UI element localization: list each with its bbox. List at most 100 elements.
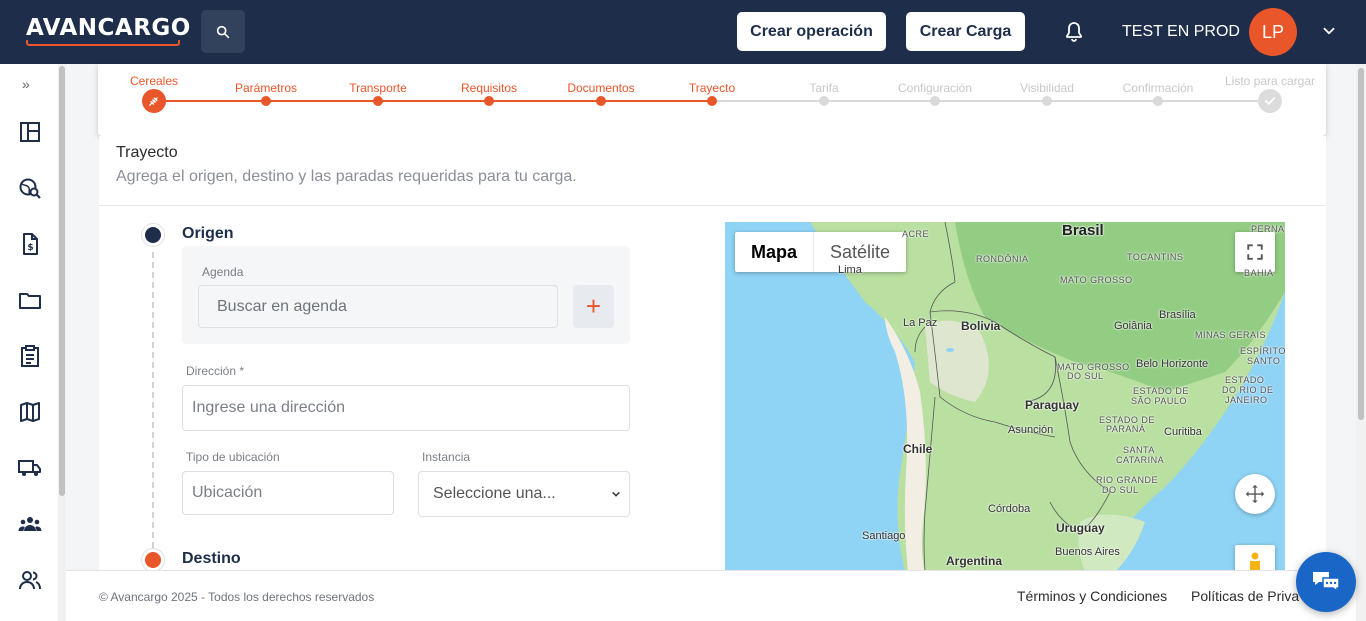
step-label-tarifa: Tarifa bbox=[809, 81, 839, 95]
step-transporte-dot[interactable] bbox=[373, 96, 383, 106]
fullscreen-icon bbox=[1247, 244, 1263, 260]
map-label-uruguay: Uruguay bbox=[1056, 521, 1105, 535]
users-icon[interactable] bbox=[18, 568, 42, 592]
step-label-parametros[interactable]: Parámetros bbox=[235, 81, 297, 95]
truck-icon[interactable] bbox=[18, 456, 42, 480]
add-agenda-button[interactable]: + bbox=[573, 285, 614, 328]
logo-text: AVANCARGO bbox=[26, 15, 191, 41]
step-label-configuracion: Configuración bbox=[897, 81, 973, 95]
origin-bullet bbox=[142, 224, 164, 246]
map-label-rio-grande-2: DO SUL bbox=[1102, 485, 1139, 495]
map-label-chile: Chile bbox=[903, 442, 933, 456]
step-trayecto-dot[interactable] bbox=[707, 96, 717, 106]
agenda-search-input[interactable]: Buscar en agenda bbox=[198, 285, 558, 328]
map-label-cordoba: Córdoba bbox=[988, 503, 1031, 515]
footer-privacy-link[interactable]: Políticas de Privacidad bbox=[1191, 588, 1299, 604]
dashboard-icon[interactable] bbox=[18, 120, 42, 144]
map-tab-map[interactable]: Mapa bbox=[735, 232, 813, 272]
search-button[interactable] bbox=[201, 10, 245, 53]
map-label-espirito-santo-1: ESPÍRITO bbox=[1240, 346, 1285, 356]
svg-text:$: $ bbox=[27, 243, 33, 253]
step-label-transporte[interactable]: Transporte bbox=[349, 81, 407, 95]
footer-copyright: © Avancargo 2025 - Todos los derechos re… bbox=[99, 590, 375, 604]
create-operation-button[interactable]: Crear operación bbox=[737, 12, 886, 51]
main-scrollbar[interactable] bbox=[1356, 64, 1366, 621]
search-globe-icon[interactable] bbox=[18, 176, 42, 200]
step-label-requisitos[interactable]: Requisitos bbox=[461, 81, 517, 95]
step-label-trayecto[interactable]: Trayecto bbox=[689, 81, 735, 95]
destination-bullet bbox=[142, 549, 164, 571]
map-pan-control[interactable] bbox=[1235, 474, 1275, 514]
destination-title: Destino bbox=[182, 550, 241, 567]
wheat-icon bbox=[148, 97, 158, 107]
invoice-icon[interactable]: $ bbox=[18, 232, 42, 256]
notifications-bell-icon[interactable] bbox=[1062, 20, 1086, 44]
create-load-button[interactable]: Crear Carga bbox=[906, 12, 1025, 51]
footer-terms-link[interactable]: Términos y Condiciones bbox=[1017, 588, 1167, 604]
sidebar-scrollbar[interactable] bbox=[58, 64, 66, 621]
progress-stepper: Cereales Parámetros Transporte Requisito… bbox=[98, 64, 1326, 136]
chevron-down-icon[interactable] bbox=[1320, 22, 1338, 40]
map-label-rondonia: RONDÔNIA bbox=[976, 254, 1029, 264]
map-label-mato-grosso-sul-2: DO SUL bbox=[1067, 371, 1104, 381]
map-label-santa-catarina-1: SANTA bbox=[1123, 445, 1155, 455]
map-label-argentina: Argentina bbox=[946, 554, 1003, 568]
pan-arrows-icon bbox=[1245, 484, 1265, 504]
map-fullscreen-button[interactable] bbox=[1235, 232, 1275, 272]
sidebar-expand-toggle[interactable]: » bbox=[22, 76, 30, 92]
step-requisitos-dot[interactable] bbox=[484, 96, 494, 106]
step-label-cereales[interactable]: Cereales bbox=[130, 74, 178, 88]
chat-support-button[interactable] bbox=[1296, 552, 1356, 612]
check-icon bbox=[1265, 97, 1275, 105]
map-label-rio-2: DO RIO DE bbox=[1222, 385, 1274, 395]
location-type-label: Tipo de ubicación bbox=[186, 450, 280, 464]
destination-bullet-inner bbox=[145, 552, 161, 568]
map-label-acre: ACRE bbox=[902, 229, 930, 239]
step-label-documentos[interactable]: Documentos bbox=[567, 81, 634, 95]
card-divider bbox=[99, 205, 1326, 206]
instance-label: Instancia bbox=[422, 450, 471, 464]
clipboard-icon[interactable] bbox=[18, 344, 42, 368]
step-documentos-dot[interactable] bbox=[596, 96, 606, 106]
top-navbar: AVANCARGO Crear operación Crear Carga TE… bbox=[0, 0, 1366, 64]
map-street-view-button[interactable] bbox=[1235, 545, 1275, 572]
chevron-down-icon bbox=[612, 491, 620, 497]
step-label-confirmacion: Confirmación bbox=[1122, 81, 1194, 95]
origin-bullet-inner bbox=[145, 227, 161, 243]
map-label-bolivia: Bolivia bbox=[961, 319, 1001, 333]
map-label-pernambuco: PERNA bbox=[1251, 224, 1285, 234]
map-label-santa-catarina-2: CATARINA bbox=[1116, 455, 1165, 465]
agenda-label: Agenda bbox=[202, 265, 244, 279]
route-map[interactable]: Mapa Satélite ACRE Brasil PERNA RONDÔNIA… bbox=[725, 222, 1285, 572]
map-icon[interactable] bbox=[18, 400, 42, 424]
pegman-icon bbox=[1250, 552, 1260, 572]
map-label-belo-horizonte: Belo Horizonte bbox=[1136, 358, 1209, 370]
chat-bubbles-icon bbox=[1313, 572, 1340, 593]
step-listo-marker bbox=[1258, 89, 1282, 113]
map-label-santiago: Santiago bbox=[862, 530, 906, 542]
map-label-curitiba: Curitiba bbox=[1164, 426, 1202, 438]
map-label-mato-grosso: MATO GROSSO bbox=[1060, 275, 1133, 285]
map-terrain bbox=[810, 222, 1285, 572]
instance-select[interactable]: Seleccione una... bbox=[418, 471, 630, 517]
map-label-la-paz: La Paz bbox=[903, 317, 938, 329]
avancargo-logo[interactable]: AVANCARGO bbox=[26, 14, 190, 46]
step-tarifa-dot bbox=[819, 96, 829, 106]
user-avatar[interactable]: LP bbox=[1249, 8, 1297, 56]
user-name[interactable]: TEST EN PROD bbox=[1122, 22, 1240, 42]
step-cereales-marker[interactable] bbox=[142, 89, 166, 113]
location-type-input[interactable]: Ubicación bbox=[182, 471, 394, 515]
map-label-brasil: Brasil bbox=[1062, 222, 1104, 239]
map-type-tabs: Mapa Satélite bbox=[735, 232, 907, 272]
map-label-rio-3: JANEIRO bbox=[1225, 395, 1268, 405]
map-label-bahia: BAHIA bbox=[1244, 268, 1274, 278]
search-icon bbox=[216, 25, 230, 38]
group-icon[interactable] bbox=[18, 512, 42, 536]
main-scrollbar-thumb[interactable] bbox=[1358, 68, 1364, 420]
address-input[interactable]: Ingrese una dirección bbox=[182, 385, 630, 431]
step-parametros-dot[interactable] bbox=[261, 96, 271, 106]
folder-icon[interactable] bbox=[18, 288, 42, 312]
trayecto-card: Trayecto Agrega el origen, destino y las… bbox=[99, 136, 1326, 572]
sidebar-scrollbar-thumb[interactable] bbox=[59, 66, 65, 496]
stepper-progress-line bbox=[154, 100, 711, 102]
